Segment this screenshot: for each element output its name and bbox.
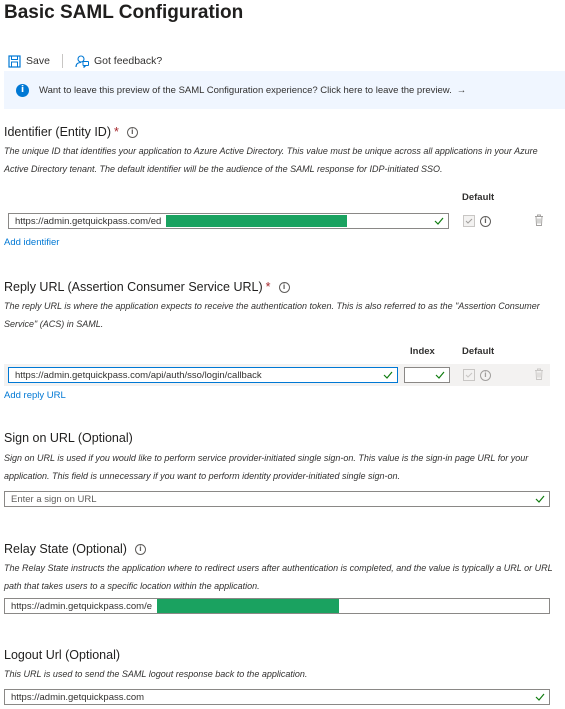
info-circle-icon[interactable]: i — [480, 370, 491, 381]
signon-url-input[interactable]: Enter a sign on URL — [4, 491, 550, 507]
toolbar: Save Got feedback? — [8, 52, 162, 70]
identifier-title: Identifier (Entity ID) * i — [4, 125, 138, 139]
logout-title-text: Logout Url (Optional) — [4, 648, 121, 662]
identifier-value: https://admin.getquickpass.com/ed — [15, 215, 162, 227]
save-button[interactable]: Save — [8, 54, 50, 68]
info-icon: i — [16, 83, 29, 97]
signon-description: Sign on URL is used if you would like to… — [4, 453, 529, 481]
valid-check-icon — [383, 368, 393, 382]
save-icon — [8, 54, 21, 68]
reply-description: The reply URL is where the application e… — [4, 301, 540, 329]
identifier-title-text: Identifier (Entity ID) — [4, 125, 111, 139]
signon-title-text: Sign on URL (Optional) — [4, 431, 133, 445]
reply-title: Reply URL (Assertion Consumer Service UR… — [4, 280, 290, 294]
save-label: Save — [26, 55, 50, 67]
identifier-col-default: Default — [462, 192, 495, 203]
logout-title: Logout Url (Optional) — [4, 648, 120, 662]
info-circle-icon[interactable]: i — [278, 281, 290, 293]
preview-banner[interactable]: i Want to leave this preview of the SAML… — [4, 71, 565, 109]
info-circle-icon[interactable]: i — [134, 543, 146, 555]
logout-url-input[interactable]: https://admin.getquickpass.com — [4, 689, 550, 705]
banner-text: Want to leave this preview of the SAML C… — [39, 84, 452, 96]
relay-value: https://admin.getquickpass.com/e — [11, 600, 152, 612]
feedback-icon — [75, 54, 89, 68]
relay-description: The Relay State instructs the applicatio… — [4, 563, 553, 591]
default-checkbox[interactable] — [463, 215, 475, 227]
signon-placeholder: Enter a sign on URL — [11, 493, 97, 505]
reply-title-text: Reply URL (Assertion Consumer Service UR… — [4, 280, 263, 294]
reply-col-index: Index — [410, 346, 435, 357]
info-circle-icon[interactable]: i — [480, 216, 491, 227]
required-mark: * — [113, 125, 119, 139]
valid-check-icon — [535, 492, 545, 506]
reply-col-default: Default — [462, 346, 495, 357]
page-title: Basic SAML Configuration — [4, 2, 244, 23]
default-checkbox[interactable] — [463, 369, 475, 381]
required-mark: * — [265, 280, 271, 294]
relay-title-text: Relay State (Optional) — [4, 542, 127, 556]
add-identifier-link[interactable]: Add identifier — [4, 237, 59, 248]
reply-url-value: https://admin.getquickpass.com/api/auth/… — [15, 369, 262, 381]
valid-check-icon — [435, 368, 445, 382]
signon-title: Sign on URL (Optional) — [4, 431, 133, 445]
add-reply-url-link[interactable]: Add reply URL — [4, 390, 66, 401]
valid-check-icon — [535, 690, 545, 704]
relay-title: Relay State (Optional) i — [4, 542, 146, 556]
feedback-button[interactable]: Got feedback? — [75, 54, 163, 68]
delete-icon[interactable] — [534, 214, 544, 226]
arrow-right-icon: → — [456, 84, 467, 96]
info-circle-icon[interactable]: i — [126, 126, 138, 138]
redaction-bar — [157, 599, 339, 613]
feedback-label: Got feedback? — [93, 55, 163, 67]
logout-value: https://admin.getquickpass.com — [11, 691, 145, 703]
delete-icon[interactable] — [534, 368, 544, 380]
redaction-bar — [166, 215, 347, 227]
reply-url-input[interactable]: https://admin.getquickpass.com/api/auth/… — [8, 367, 398, 383]
reply-index-input[interactable] — [404, 367, 450, 383]
toolbar-divider — [61, 54, 63, 68]
logout-description: This URL is used to send the SAML logout… — [4, 669, 308, 679]
identifier-description: The unique ID that identifies your appli… — [4, 146, 538, 174]
valid-check-icon — [434, 214, 444, 228]
